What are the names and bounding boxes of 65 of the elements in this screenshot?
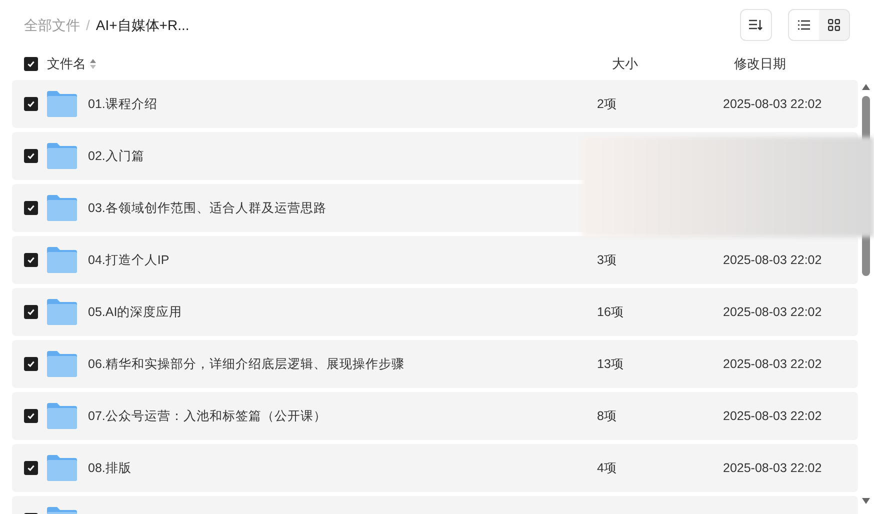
folder-icon	[47, 299, 77, 325]
checkbox[interactable]	[24, 57, 38, 71]
file-name: 07.公众号运营：入池和标签篇（公开课）	[88, 408, 326, 423]
date-column-header: 修改日期	[734, 55, 786, 74]
folder-icon	[47, 351, 77, 377]
checkbox[interactable]	[24, 409, 38, 423]
list-icon	[798, 20, 810, 30]
file-name: 05.AI的深度应用	[88, 304, 182, 319]
check-icon	[27, 204, 35, 212]
folder-icon	[47, 195, 77, 221]
item-count: 4项	[597, 460, 617, 475]
file-row[interactable]: 05.AI的深度应用 16项 2025-08-03 22:02	[12, 288, 858, 336]
modified-date: 2025-08-03 22:02	[723, 356, 822, 373]
item-count: 13项	[597, 356, 624, 371]
checkbox[interactable]	[24, 201, 38, 215]
check-icon	[27, 412, 35, 420]
checkbox[interactable]	[24, 461, 38, 475]
folder-icon	[47, 403, 77, 429]
size-column-header: 大小	[611, 55, 639, 74]
folder-icon	[47, 455, 77, 481]
modified-date: 2025-08-03 22:02	[723, 96, 822, 113]
file-name: 06.精华和实操部分，详细介绍底层逻辑、展现操作步骤	[88, 356, 404, 371]
modified-date: 2025-08-03 22:02	[723, 460, 822, 477]
file-row[interactable]: 07.公众号运营：入池和标签篇（公开课） 8项 2025-08-03 22:02	[12, 392, 858, 440]
breadcrumb-item: AI+自媒体+R...	[96, 16, 190, 34]
name-column-header[interactable]: 文件名	[47, 54, 608, 74]
file-row[interactable]: 08.排版 4项 2025-08-03 22:02	[12, 444, 858, 492]
item-count: 8项	[597, 408, 617, 423]
file-name: 03.各领域创作范围、适合人群及运营思路	[88, 200, 326, 215]
check-icon	[27, 464, 35, 472]
sort-arrows-icon	[90, 59, 96, 69]
folder-icon	[47, 91, 77, 117]
sort-button[interactable]	[740, 9, 772, 41]
sort-icon	[749, 19, 763, 31]
modified-date: 2025-08-03 22:02	[723, 252, 822, 269]
checkbox[interactable]	[24, 305, 38, 319]
item-count: 2项	[597, 96, 617, 111]
file-row[interactable]: 06.精华和实操部分，详细介绍底层逻辑、展现操作步骤 13项 2025-08-03 22:02	[12, 340, 858, 388]
modified-date: 2025-08-03 22:02	[723, 408, 822, 425]
file-row[interactable]: 01.课程介绍 2项 2025-08-03 22:02	[12, 80, 858, 128]
scroll-down-icon	[862, 498, 870, 504]
checkbox[interactable]	[24, 253, 38, 267]
checkbox[interactable]	[24, 149, 38, 163]
checkbox[interactable]	[24, 357, 38, 371]
item-count: 3项	[597, 252, 617, 267]
check-icon	[27, 308, 35, 316]
folder-icon	[47, 247, 77, 273]
check-icon	[27, 152, 35, 160]
breadcrumb-separator: /	[86, 16, 90, 34]
grid-icon	[828, 19, 840, 31]
file-name: 08.排版	[88, 460, 132, 475]
scroll-up-icon	[862, 84, 870, 90]
modified-date: 2025-08-03 22:02	[723, 304, 822, 321]
check-icon	[27, 256, 35, 264]
check-icon	[27, 360, 35, 368]
file-name: 02.入门篇	[88, 148, 144, 163]
file-name: 04.打造个人IP	[88, 252, 170, 267]
folder-icon	[47, 143, 77, 169]
file-name: 01.课程介绍	[88, 96, 158, 111]
list-view-button[interactable]	[789, 10, 819, 40]
check-icon	[27, 100, 35, 108]
check-icon	[27, 60, 35, 68]
file-row[interactable]: 04.打造个人IP 3项 2025-08-03 22:02	[12, 236, 858, 284]
checkbox[interactable]	[24, 97, 38, 111]
item-count: 16项	[597, 304, 624, 319]
